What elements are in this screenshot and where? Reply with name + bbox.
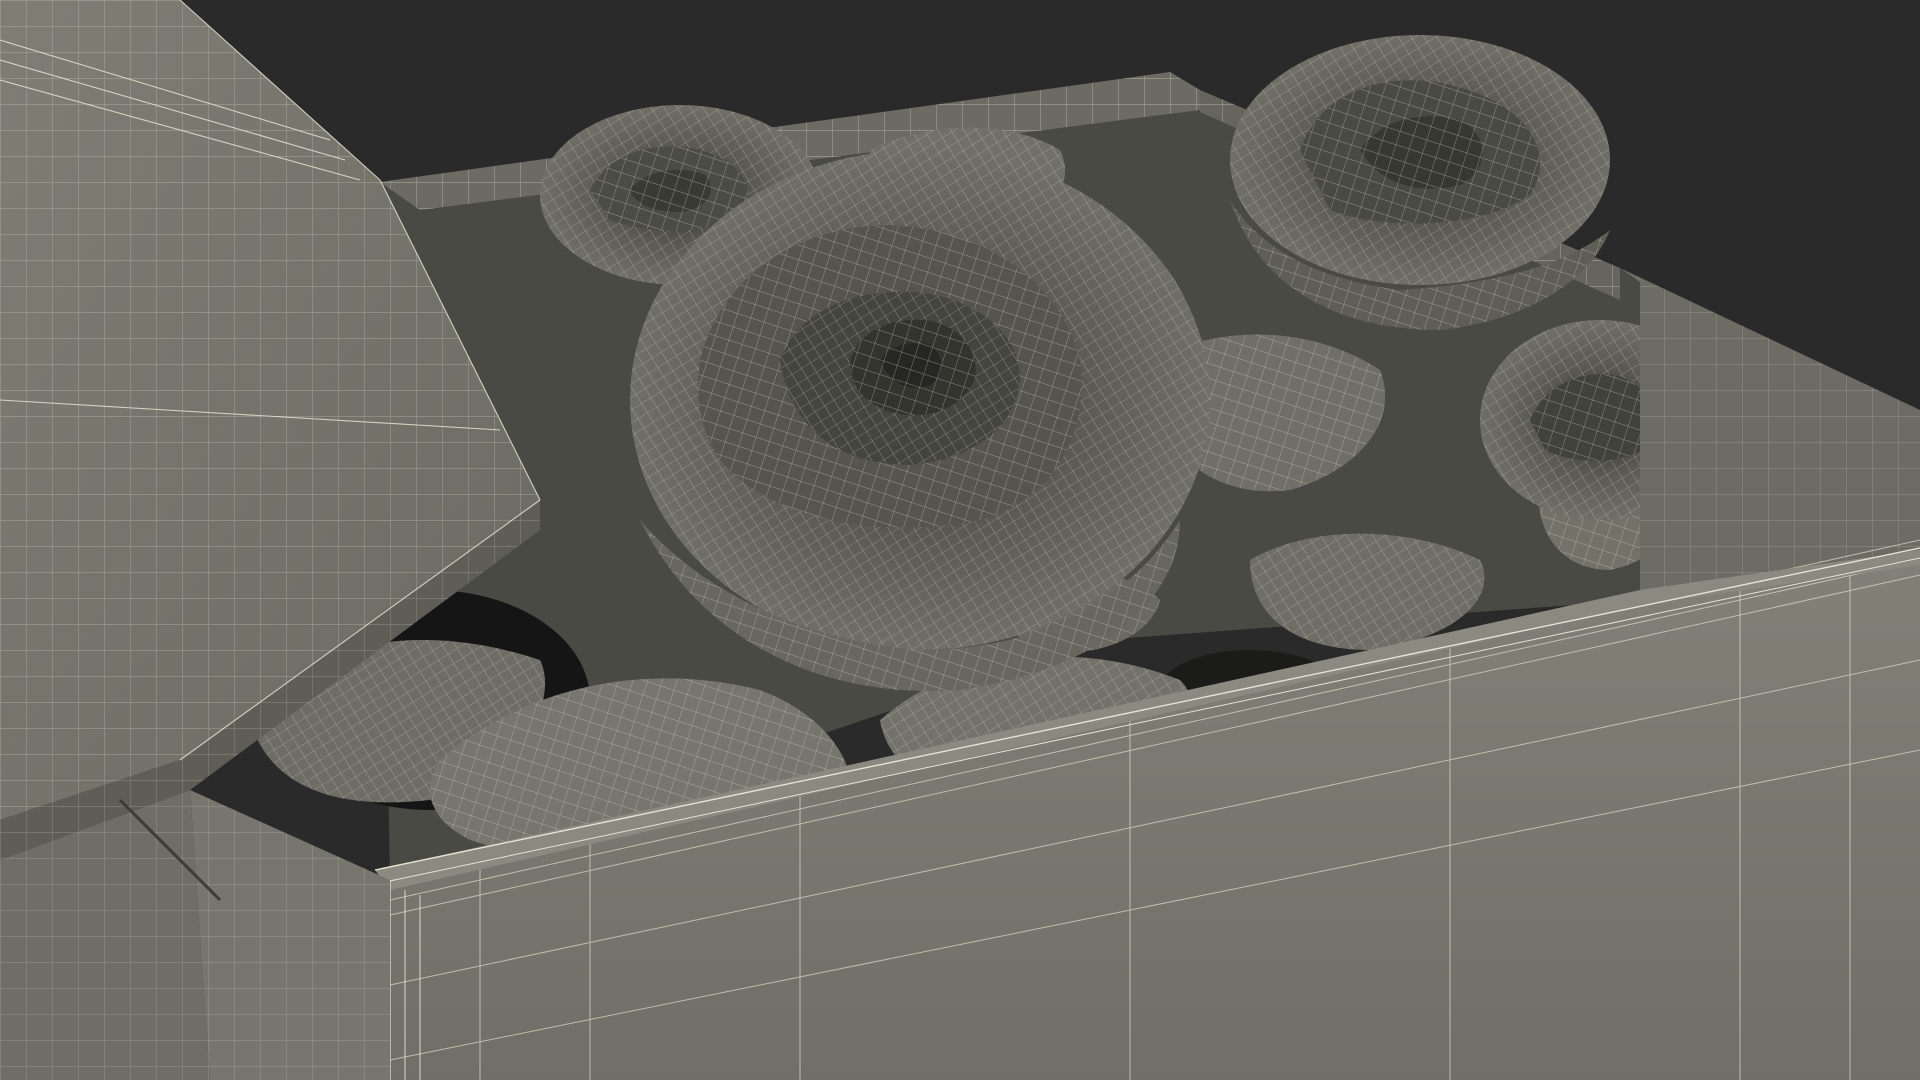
- render-viewport: [0, 0, 1920, 1080]
- scene-svg: [0, 0, 1920, 1080]
- rose-center: [630, 150, 1210, 692]
